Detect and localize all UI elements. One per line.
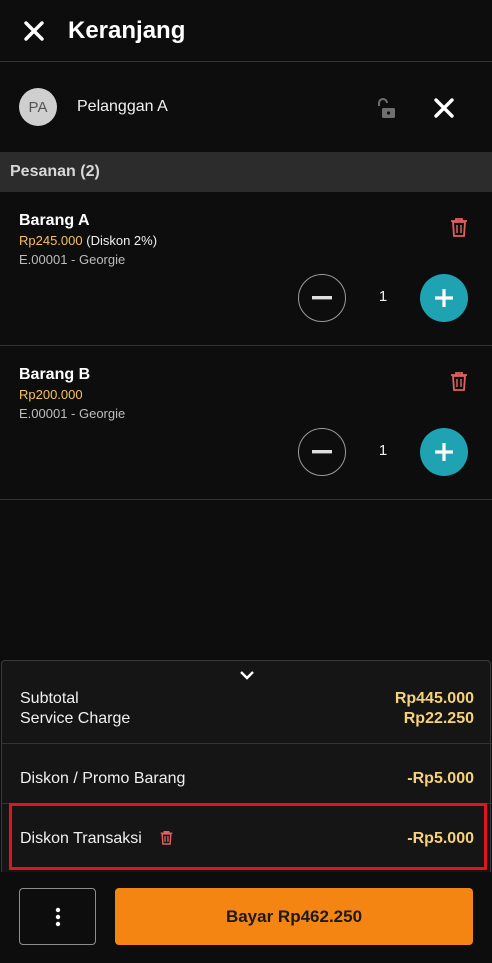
increase-qty-button[interactable]	[420, 428, 468, 476]
increase-qty-button[interactable]	[420, 274, 468, 322]
item-discount-row[interactable]: Diskon / Promo Barang -Rp5.000	[20, 770, 474, 788]
plus-icon	[435, 289, 453, 307]
unlock-icon[interactable]	[374, 97, 398, 121]
item-staff: E.00001 - Georgie	[19, 406, 126, 421]
service-charge-value: Rp22.250	[403, 710, 474, 727]
subtotal-value: Rp445.000	[394, 690, 474, 707]
cart-item[interactable]: Barang A Rp245.000 (Diskon 2%) E.00001 -…	[0, 192, 492, 346]
item-price-line: Rp200.000	[19, 387, 83, 402]
item-price: Rp245.000	[19, 233, 83, 248]
chevron-down-icon[interactable]	[238, 668, 256, 682]
item-price-line: Rp245.000 (Diskon 2%)	[19, 233, 157, 248]
service-charge-row: Service Charge Rp22.250	[20, 710, 474, 728]
item-discount-label: Diskon / Promo Barang	[20, 770, 186, 787]
item-discount-value: -Rp5.000	[407, 770, 474, 787]
subtotal-label: Subtotal	[20, 690, 79, 707]
remove-customer-icon[interactable]	[433, 97, 455, 119]
customer-row[interactable]: PA Pelanggan A	[0, 63, 492, 151]
subtotal-row: Subtotal Rp445.000	[20, 690, 474, 708]
avatar: PA	[19, 88, 57, 126]
minus-icon	[312, 450, 332, 454]
highlight-box	[9, 803, 487, 870]
service-charge-label: Service Charge	[20, 710, 131, 727]
trash-icon[interactable]	[450, 371, 468, 391]
app-header: Keranjang	[0, 0, 492, 62]
decrease-qty-button[interactable]	[298, 428, 346, 476]
pay-button[interactable]: Bayar Rp462.250	[115, 888, 473, 945]
item-staff: E.00001 - Georgie	[19, 252, 126, 267]
item-name: Barang A	[19, 212, 90, 229]
item-name: Barang B	[19, 366, 91, 383]
more-vertical-icon	[55, 907, 60, 926]
more-options-button[interactable]	[19, 888, 96, 945]
qty-value: 1	[378, 442, 388, 459]
cart-item[interactable]: Barang B Rp200.000 E.00001 - Georgie 1	[0, 346, 492, 500]
minus-icon	[312, 296, 332, 300]
plus-icon	[435, 443, 453, 461]
divider	[2, 743, 492, 744]
decrease-qty-button[interactable]	[298, 274, 346, 322]
qty-value: 1	[378, 288, 388, 305]
page-title: Keranjang	[68, 16, 186, 44]
item-price: Rp200.000	[19, 387, 83, 402]
orders-section-header: Pesanan (2)	[0, 152, 492, 192]
close-icon[interactable]	[22, 19, 46, 43]
trash-icon[interactable]	[450, 217, 468, 237]
item-discount: (Diskon 2%)	[86, 233, 158, 248]
footer-bar: Bayar Rp462.250	[0, 872, 492, 963]
customer-name: Pelanggan A	[77, 98, 168, 115]
